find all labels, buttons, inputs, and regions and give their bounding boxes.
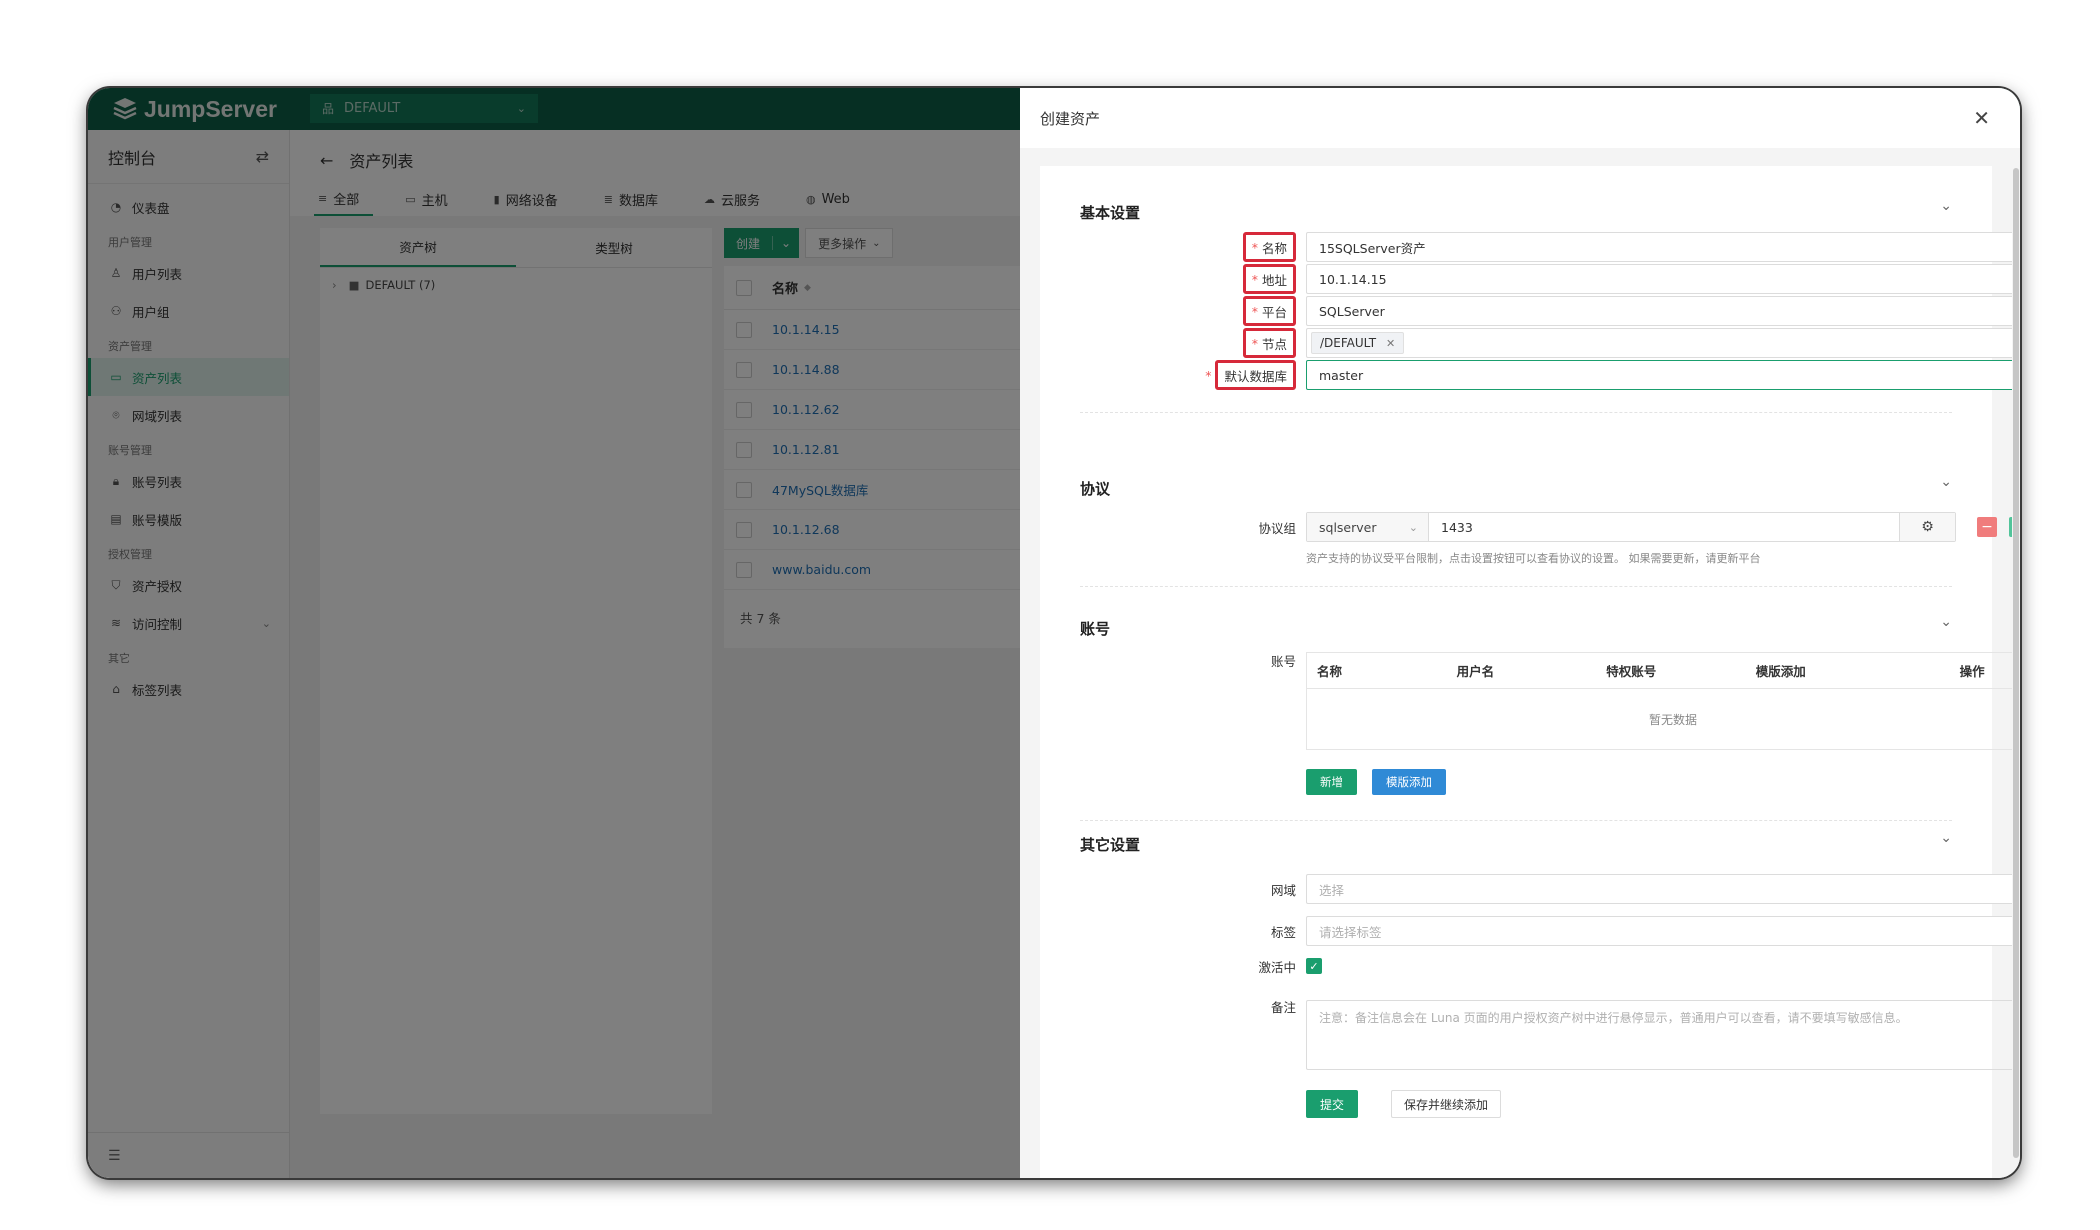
chevron-down-icon[interactable]: ⌄: [1940, 198, 1952, 214]
section-basic-title: 基本设置: [1080, 204, 1141, 222]
remove-tag-icon[interactable]: ✕: [1386, 337, 1395, 350]
chevron-down-icon[interactable]: ⌄: [1940, 830, 1952, 846]
section-divider: [1080, 412, 1952, 413]
close-icon[interactable]: ✕: [1973, 106, 1990, 130]
account-column-header: 特权账号: [1606, 664, 1657, 679]
drawer-body: 基本设置 ⌄ * 名称 15SQLServer资产 * 地址 10.1.14.15 …: [1020, 148, 2020, 1178]
required-mark: *: [1251, 271, 1258, 287]
name-label: * 名称: [1186, 232, 1296, 262]
node-tag: /DEFAULT ✕: [1311, 332, 1405, 354]
required-mark: *: [1205, 367, 1212, 383]
required-mark: *: [1251, 303, 1258, 319]
section-divider: [1080, 820, 1952, 821]
domain-label: 网域: [1270, 882, 1296, 898]
account-table-header: 名称 用户名 特权账号 模版添加 操作: [1307, 653, 2020, 689]
account-label: 账号: [1270, 653, 1296, 669]
chevron-down-icon[interactable]: ⌄: [1940, 614, 1952, 630]
address-label: * 地址: [1186, 264, 1296, 294]
submit-button[interactable]: 提交: [1306, 1090, 1359, 1118]
modal-overlay[interactable]: [88, 88, 1020, 1178]
drawer-title: 创建资产: [1040, 109, 1101, 128]
app-window: JumpServer 品 DEFAULT ⌄ 控制台 ⇄ ◔仪表盘用户管理♙用户…: [88, 88, 2020, 1178]
account-column-header: 用户名: [1456, 664, 1495, 679]
active-label: 激活中: [1258, 959, 1296, 975]
comment-label: 备注: [1270, 999, 1296, 1015]
gear-icon[interactable]: ⚙: [1899, 513, 1955, 541]
name-input[interactable]: 15SQLServer资产: [1306, 232, 2020, 262]
protocol-hint: 资产支持的协议受平台限制，点击设置按钮可以查看协议的设置。 如果需要更新，请更新…: [1306, 552, 1761, 565]
platform-input[interactable]: SQLServer: [1306, 296, 2020, 326]
protocol-select[interactable]: sqlserver ⌄: [1307, 513, 1429, 541]
chevron-down-icon: ⌄: [1408, 520, 1418, 534]
required-mark: *: [1251, 335, 1258, 351]
create-asset-drawer: 创建资产 ✕ 基本设置 ⌄ * 名称 15SQLServer资产 * 地址 10.1…: [1020, 88, 2020, 1178]
scrollbar-thumb[interactable]: [2013, 168, 2019, 1158]
chevron-down-icon[interactable]: ⌄: [1940, 474, 1952, 490]
drawer-header: 创建资产 ✕: [1020, 88, 2020, 148]
port-input[interactable]: 1433: [1429, 513, 1899, 541]
account-column-header: 操作: [1959, 664, 1985, 679]
comment-textarea[interactable]: 注意：备注信息会在 Luna 页面的用户授权资产树中进行悬停显示，普通用户可以查…: [1306, 1000, 2020, 1070]
labels-select[interactable]: 请选择标签 ⌄: [1306, 916, 2020, 946]
section-account-title: 账号: [1080, 620, 1111, 638]
platform-label: * 平台: [1186, 296, 1296, 326]
template-add-button[interactable]: 模版添加: [1372, 769, 1446, 795]
save-and-continue-button[interactable]: 保存并继续添加: [1391, 1090, 1502, 1118]
active-checkbox[interactable]: ✓: [1306, 958, 1322, 974]
address-input[interactable]: 10.1.14.15: [1306, 264, 2020, 294]
node-label: * 节点: [1186, 328, 1296, 358]
account-table: 名称 用户名 特权账号 模版添加 操作 暂无数据: [1306, 652, 2020, 750]
protocol-group-label: 协议组: [1258, 520, 1296, 536]
node-select[interactable]: /DEFAULT ✕: [1306, 328, 2020, 358]
asset-form: 基本设置 ⌄ * 名称 15SQLServer资产 * 地址 10.1.14.15 …: [1040, 166, 2020, 1178]
account-column-header: 名称: [1317, 664, 1343, 679]
section-other-title: 其它设置: [1080, 836, 1141, 854]
domain-select[interactable]: 选择 ⌄: [1306, 874, 2020, 904]
remove-protocol-button[interactable]: −: [1977, 517, 1997, 537]
default-db-label: * 默认数据库: [1150, 360, 1296, 390]
section-protocol-title: 协议: [1080, 480, 1111, 498]
labels-label: 标签: [1270, 924, 1296, 940]
account-column-header: 模版添加: [1755, 664, 1806, 679]
section-divider: [1080, 586, 1952, 587]
required-mark: *: [1251, 239, 1258, 255]
default-db-input[interactable]: master: [1306, 360, 2020, 390]
protocol-row: sqlserver ⌄ 1433 ⚙: [1306, 512, 1956, 542]
add-account-button[interactable]: 新增: [1306, 769, 1357, 795]
empty-state: 暂无数据: [1648, 712, 1697, 727]
